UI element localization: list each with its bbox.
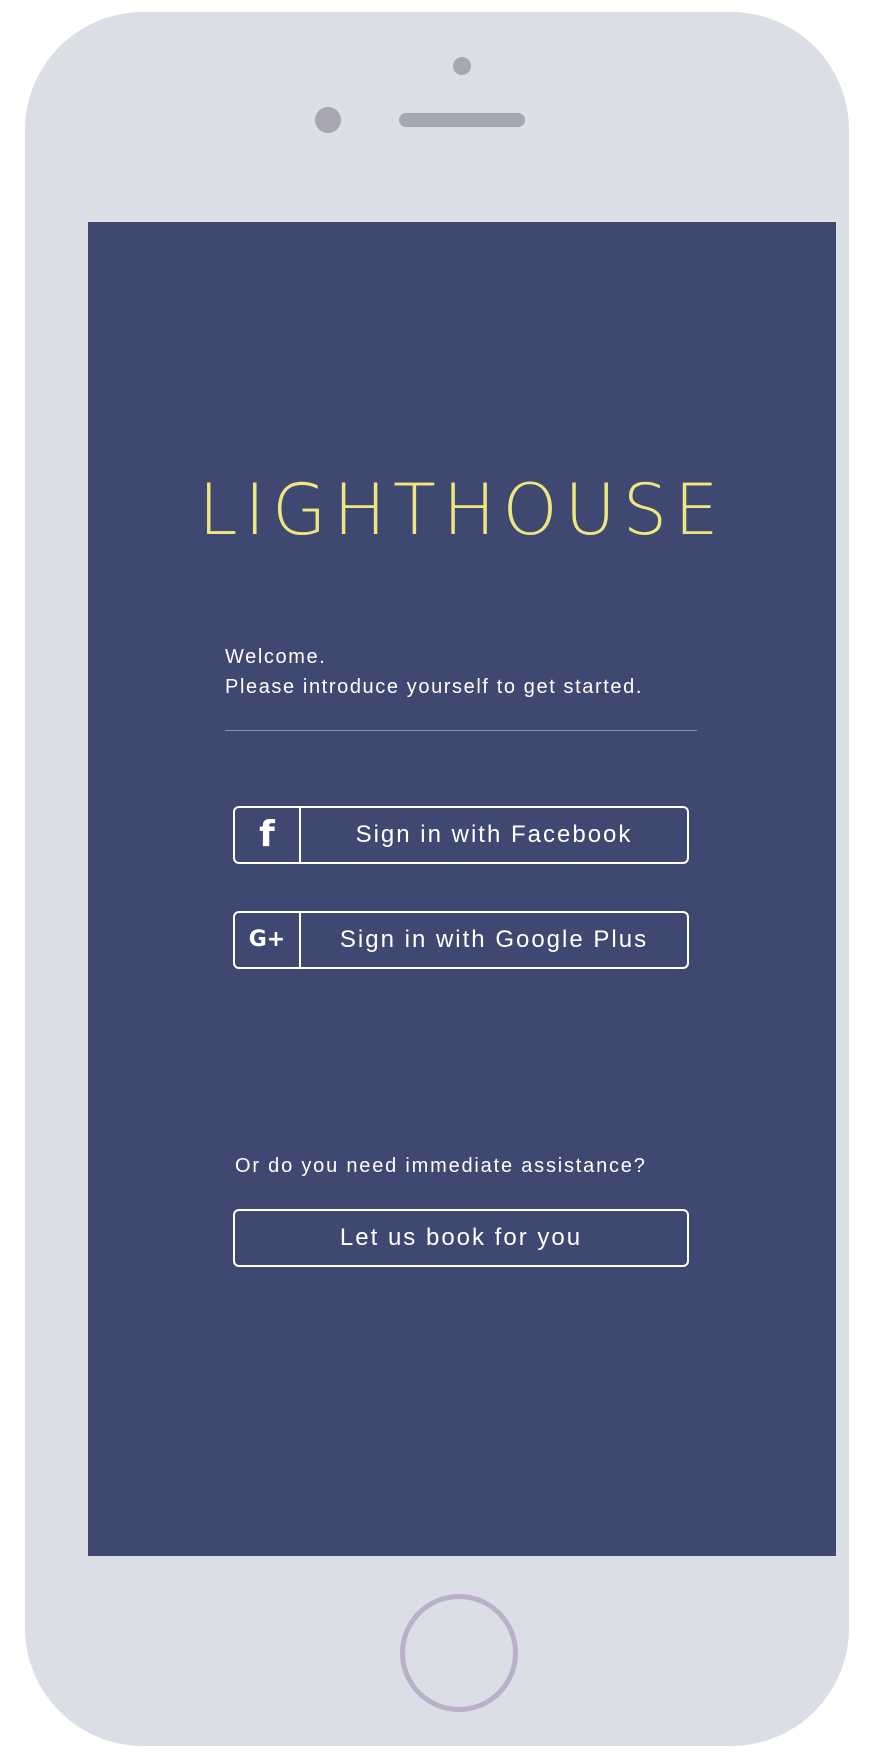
google-plus-icon: G+	[248, 927, 286, 952]
intro-line: Please introduce yourself to get started…	[225, 676, 644, 698]
welcome-line: Welcome.	[225, 646, 327, 668]
facebook-signin-button[interactable]: f Sign in with Facebook	[233, 806, 689, 864]
facebook-icon: f	[259, 814, 275, 855]
welcome-text: Welcome. Please introduce yourself to ge…	[225, 642, 643, 702]
earpiece-speaker	[399, 113, 525, 127]
app-screen: LIGHTHOUSE Welcome. Please introduce you…	[88, 222, 836, 1556]
book-for-you-label: Let us book for you	[339, 1224, 583, 1251]
book-for-you-button[interactable]: Let us book for you	[233, 1209, 689, 1267]
app-logo: LIGHTHOUSE	[198, 469, 726, 551]
proximity-sensor	[315, 107, 341, 133]
google-plus-icon-box: G+	[235, 913, 301, 967]
google-plus-signin-button[interactable]: G+ Sign in with Google Plus	[233, 911, 689, 969]
phone-frame: LIGHTHOUSE Welcome. Please introduce you…	[25, 12, 849, 1746]
google-plus-signin-label: Sign in with Google Plus	[339, 926, 649, 953]
facebook-icon-box: f	[235, 808, 301, 862]
assistance-question: Or do you need immediate assistance?	[235, 1155, 647, 1177]
home-button[interactable]	[400, 1594, 518, 1712]
front-camera	[453, 57, 471, 75]
divider	[225, 730, 697, 731]
facebook-signin-label: Sign in with Facebook	[355, 821, 633, 848]
